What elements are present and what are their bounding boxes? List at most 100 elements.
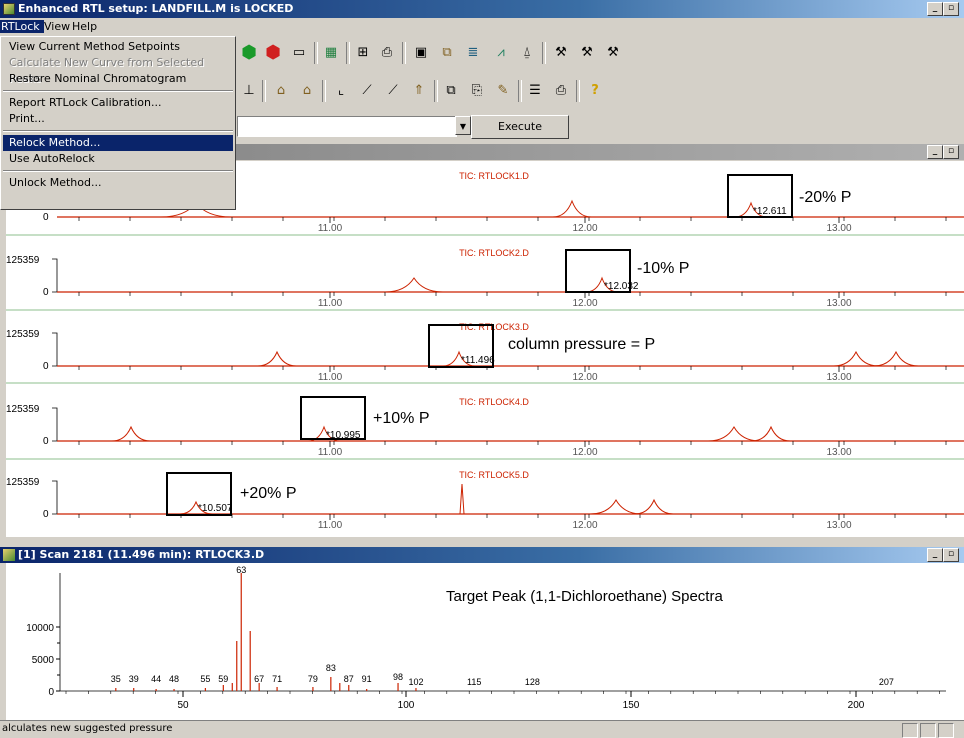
document-icon[interactable]: ⎙ [376, 42, 398, 64]
pressure-annotation: -10% P [637, 260, 689, 277]
menu-rtlock[interactable]: RTLock [0, 20, 44, 33]
menu-bar: RTLock View Help [0, 18, 964, 36]
status-bar: alculates new suggested pressure [0, 720, 964, 738]
page-icon[interactable]: ⎘ [466, 80, 488, 102]
peak-tool-1-icon[interactable]: ⟋ [356, 80, 378, 102]
minimize-button[interactable]: _ [927, 2, 943, 16]
spectrum-peak-label: 55 [200, 674, 210, 684]
minimize-spectrum-button[interactable]: _ [927, 548, 943, 562]
x-tick-label: 13.00 [826, 447, 851, 458]
tool-3-icon[interactable]: ⚒ [602, 42, 624, 64]
chromatogram-svg: TIC: RTLOCK1.D 0 11.00 12.00 13.00 *12.611 -20… [6, 171, 964, 531]
x-tick-label: 200 [848, 700, 865, 711]
menu-item-view-setpoints[interactable]: View Current Method Setpoints [3, 39, 233, 55]
y-axis-bracket [52, 258, 58, 293]
x-tick-label: 100 [398, 700, 415, 711]
integrate-icon[interactable]: ⊥ [238, 80, 260, 102]
menu-item-restore-nominal[interactable]: Restore Nominal Chromatogram [3, 71, 233, 87]
x-tick-label: 12.00 [572, 298, 597, 309]
peak-rt-label: *11.496 [461, 355, 495, 366]
peak-tool-2-icon[interactable]: ⟋ [382, 80, 404, 102]
menu-item-print[interactable]: Print... [3, 111, 233, 127]
y-tick-label: 10000 [26, 623, 54, 634]
spectrum-peak-label: 87 [344, 674, 354, 684]
y-max-label: 125359 [6, 404, 40, 415]
y-max-label: 125359 [6, 255, 40, 266]
x-tick-label: 12.00 [572, 223, 597, 234]
window-icon[interactable]: ▭ [288, 42, 310, 64]
x-tick-label: 13.00 [826, 372, 851, 383]
list-icon[interactable]: ☰ [524, 80, 546, 102]
peak-rt-label: *10.507 [198, 503, 233, 514]
spectrum-peak-label: 98 [393, 672, 403, 682]
help-icon[interactable]: ? [584, 80, 606, 102]
chevron-down-icon[interactable]: ▼ [455, 116, 471, 135]
edit-icon[interactable]: ✎ [492, 80, 514, 102]
peak-rt-label: *12.032 [604, 281, 639, 292]
y-axis-bracket [52, 407, 58, 442]
execute-button[interactable]: Execute [471, 115, 569, 139]
color-grid-icon[interactable]: ▦ [320, 42, 342, 64]
spectrum-svg: 10000 5000 0 50 100 150 200 35 39 44 48 55 59 63 67 71 7… [26, 565, 946, 711]
stop-icon[interactable]: ⬢ [262, 42, 284, 64]
window-title: Enhanced RTL setup: LANDFILL.M is LOCKED [18, 2, 294, 15]
x-tick-label: 12.00 [572, 447, 597, 458]
command-combo-input[interactable] [237, 116, 457, 137]
pressure-annotation: +20% P [240, 485, 296, 502]
spectrum-peak-label: 91 [362, 674, 372, 684]
restore-button[interactable]: ▫ [943, 2, 959, 16]
chromatogram-peak [833, 350, 879, 367]
menu-item-unlock-method[interactable]: Unlock Method... [3, 175, 233, 191]
spectrum-view-icon[interactable]: ≣ [462, 42, 484, 64]
x-tick-label: 12.00 [572, 520, 597, 531]
notes-icon[interactable]: ⧉ [436, 42, 458, 64]
spectrum-peak-label: 207 [879, 677, 894, 687]
y-axis-bracket [52, 332, 58, 367]
menu-separator [3, 130, 233, 132]
chromatogram-peak [873, 350, 919, 367]
y-zero-label: 0 [43, 287, 49, 298]
peak-tool-3-icon[interactable]: ⇑ [408, 80, 430, 102]
restore-chrom-button[interactable]: ▫ [943, 145, 959, 159]
status-text: alculates new suggested pressure [2, 723, 173, 734]
spectrum-peak-label: 128 [525, 677, 540, 687]
library-icon[interactable]: ⍙ [516, 42, 538, 64]
building-2-icon[interactable]: ⌂ [296, 80, 318, 102]
tree-icon[interactable]: ⊞ [352, 42, 374, 64]
baseline-icon[interactable]: ⌞ [330, 80, 352, 102]
tool-2-icon[interactable]: ⚒ [576, 42, 598, 64]
y-axis-bracket [52, 480, 58, 515]
y-zero-label: 0 [43, 436, 49, 447]
menu-help[interactable]: Help [68, 20, 101, 33]
spectrum-plot-area[interactable]: 10000 5000 0 50 100 150 200 35 39 44 48 55 59 63 67 71 7… [6, 563, 964, 720]
menu-item-use-autorelock[interactable]: Use AutoRelock [3, 151, 233, 167]
spectrum-peak-label: 79 [308, 674, 318, 684]
menu-item-calculate-curve: Calculate New Curve from Selected Peaks [9, 56, 205, 85]
y-max-label: 125359 [6, 329, 40, 340]
restore-spectrum-button[interactable]: ▫ [943, 548, 959, 562]
chart-icon[interactable]: ⩘ [490, 42, 512, 64]
spectrum-window-title-bar[interactable]: [1] Scan 2181 (11.496 min): RTLOCK3.D _ … [0, 547, 964, 563]
spectrum-peak-label: 83 [326, 663, 336, 673]
menu-separator [3, 90, 233, 92]
minimize-chrom-button[interactable]: _ [927, 145, 943, 159]
pressure-annotation: +10% P [373, 410, 429, 427]
screen-icon[interactable]: ▣ [410, 42, 432, 64]
tool-1-icon[interactable]: ⚒ [550, 42, 572, 64]
copy-icon[interactable]: ⧉ [440, 80, 462, 102]
spectrum-peak-label: 63 [236, 565, 246, 575]
peak-rt-label: *12.611 [753, 206, 787, 217]
building-icon[interactable]: ⌂ [270, 80, 292, 102]
chromatogram-title: TIC: RTLOCK1.D [459, 171, 529, 181]
menu-item-relock-method[interactable]: Relock Method... [3, 135, 233, 151]
go-icon[interactable]: ⬢ [238, 42, 260, 64]
rtlock-menu-dropdown: View Current Method Setpoints Calculate … [0, 36, 236, 210]
window-title-bar[interactable]: Enhanced RTL setup: LANDFILL.M is LOCKED… [0, 0, 964, 18]
pressure-annotation: column pressure = P [508, 336, 655, 353]
y-tick-label: 5000 [32, 655, 55, 666]
report-icon[interactable]: ⎙ [550, 80, 572, 102]
menu-item-report-calibration[interactable]: Report RTLock Calibration... [3, 95, 233, 111]
chromatogram-plot-area[interactable]: TIC: RTLOCK1.D 0 11.00 12.00 13.00 *12.611 -20… [6, 161, 964, 537]
spectrum-peak-label: 115 [467, 677, 481, 687]
chromatogram-title: TIC: RTLOCK4.D [459, 397, 529, 407]
